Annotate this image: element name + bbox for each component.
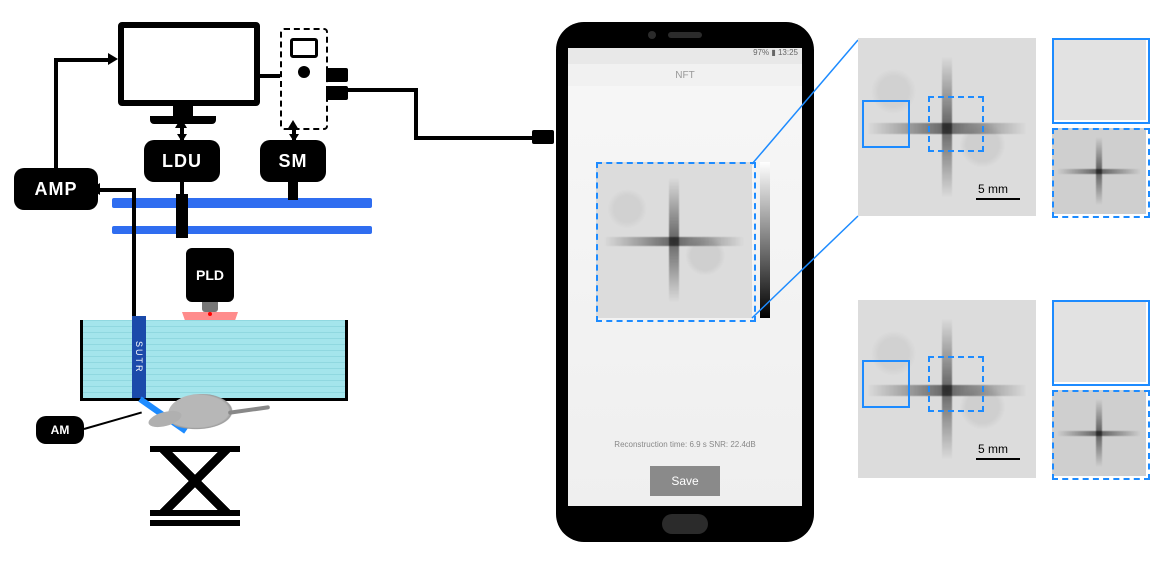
rail-joint	[288, 182, 298, 200]
leader-line	[84, 412, 142, 430]
am-label: AM	[51, 423, 70, 437]
usb-plug-icon	[532, 130, 554, 144]
lab-jack-base	[150, 520, 240, 526]
ldu-block: LDU	[144, 140, 220, 182]
inset-target-bottom-frame	[1052, 390, 1150, 480]
arrow-icon	[287, 120, 299, 130]
wire	[54, 58, 112, 62]
sutr-label: SUTR	[134, 341, 144, 374]
arrow-icon	[175, 118, 187, 128]
usb-cable	[414, 88, 418, 140]
am-block: AM	[36, 416, 84, 444]
monitor-icon	[118, 22, 260, 106]
pc-tower-icon	[280, 28, 328, 130]
laser-apex	[208, 312, 212, 316]
rail-icon	[112, 226, 372, 234]
app-title: NFT	[675, 70, 694, 81]
phone-status-bar: 97% ▮ 13:25	[568, 48, 802, 64]
mouse-subject-icon	[168, 394, 238, 432]
bg-sample-box	[862, 100, 910, 148]
scalebar	[976, 458, 1020, 460]
arrow-icon	[90, 183, 100, 195]
sm-block: SM	[260, 140, 326, 182]
lab-jack-icon	[150, 446, 240, 516]
rail-icon	[112, 198, 372, 208]
bg-sample-box	[862, 360, 910, 408]
inset-target-top-frame	[1052, 128, 1150, 218]
inset-bg-bottom-frame	[1052, 300, 1150, 386]
inset-bg-top-frame	[1052, 38, 1150, 124]
amp-block: AMP	[14, 168, 98, 210]
scalebar-label: 5 mm	[978, 182, 1008, 196]
phone-camera-icon	[648, 31, 656, 39]
pld-label: PLD	[196, 267, 224, 283]
status-text: Reconstruction time: 6.9 s SNR: 22.4dB	[580, 440, 790, 449]
arrow-icon	[289, 134, 299, 142]
wire	[54, 60, 58, 168]
phone-speaker-icon	[668, 32, 702, 38]
wire	[132, 188, 136, 316]
wire	[98, 188, 134, 192]
wire	[254, 74, 280, 78]
scalebar-label: 5 mm	[978, 442, 1008, 456]
scalebar	[976, 198, 1020, 200]
phone-roi-box	[596, 162, 756, 322]
phone-home-button[interactable]	[662, 514, 708, 534]
amp-label: AMP	[35, 179, 78, 200]
usb-cable	[414, 136, 534, 140]
pld-nozzle	[202, 302, 218, 312]
save-label: Save	[671, 474, 698, 488]
water-tank	[80, 320, 348, 401]
wire	[180, 182, 184, 196]
sutr-transducer: SUTR	[132, 316, 146, 398]
ldu-label: LDU	[162, 151, 202, 172]
rail-joint	[176, 194, 188, 238]
pld-block: PLD	[186, 248, 234, 302]
sm-label: SM	[279, 151, 308, 172]
save-button[interactable]: Save	[650, 466, 720, 496]
target-sample-box	[928, 96, 984, 152]
callout-lines	[752, 70, 872, 330]
arrow-icon	[177, 134, 187, 142]
usb-plug-icon	[326, 86, 348, 100]
target-sample-box	[928, 356, 984, 412]
usb-cable	[348, 88, 418, 92]
usb-plug-icon	[326, 68, 348, 82]
arrow-icon	[108, 53, 118, 65]
